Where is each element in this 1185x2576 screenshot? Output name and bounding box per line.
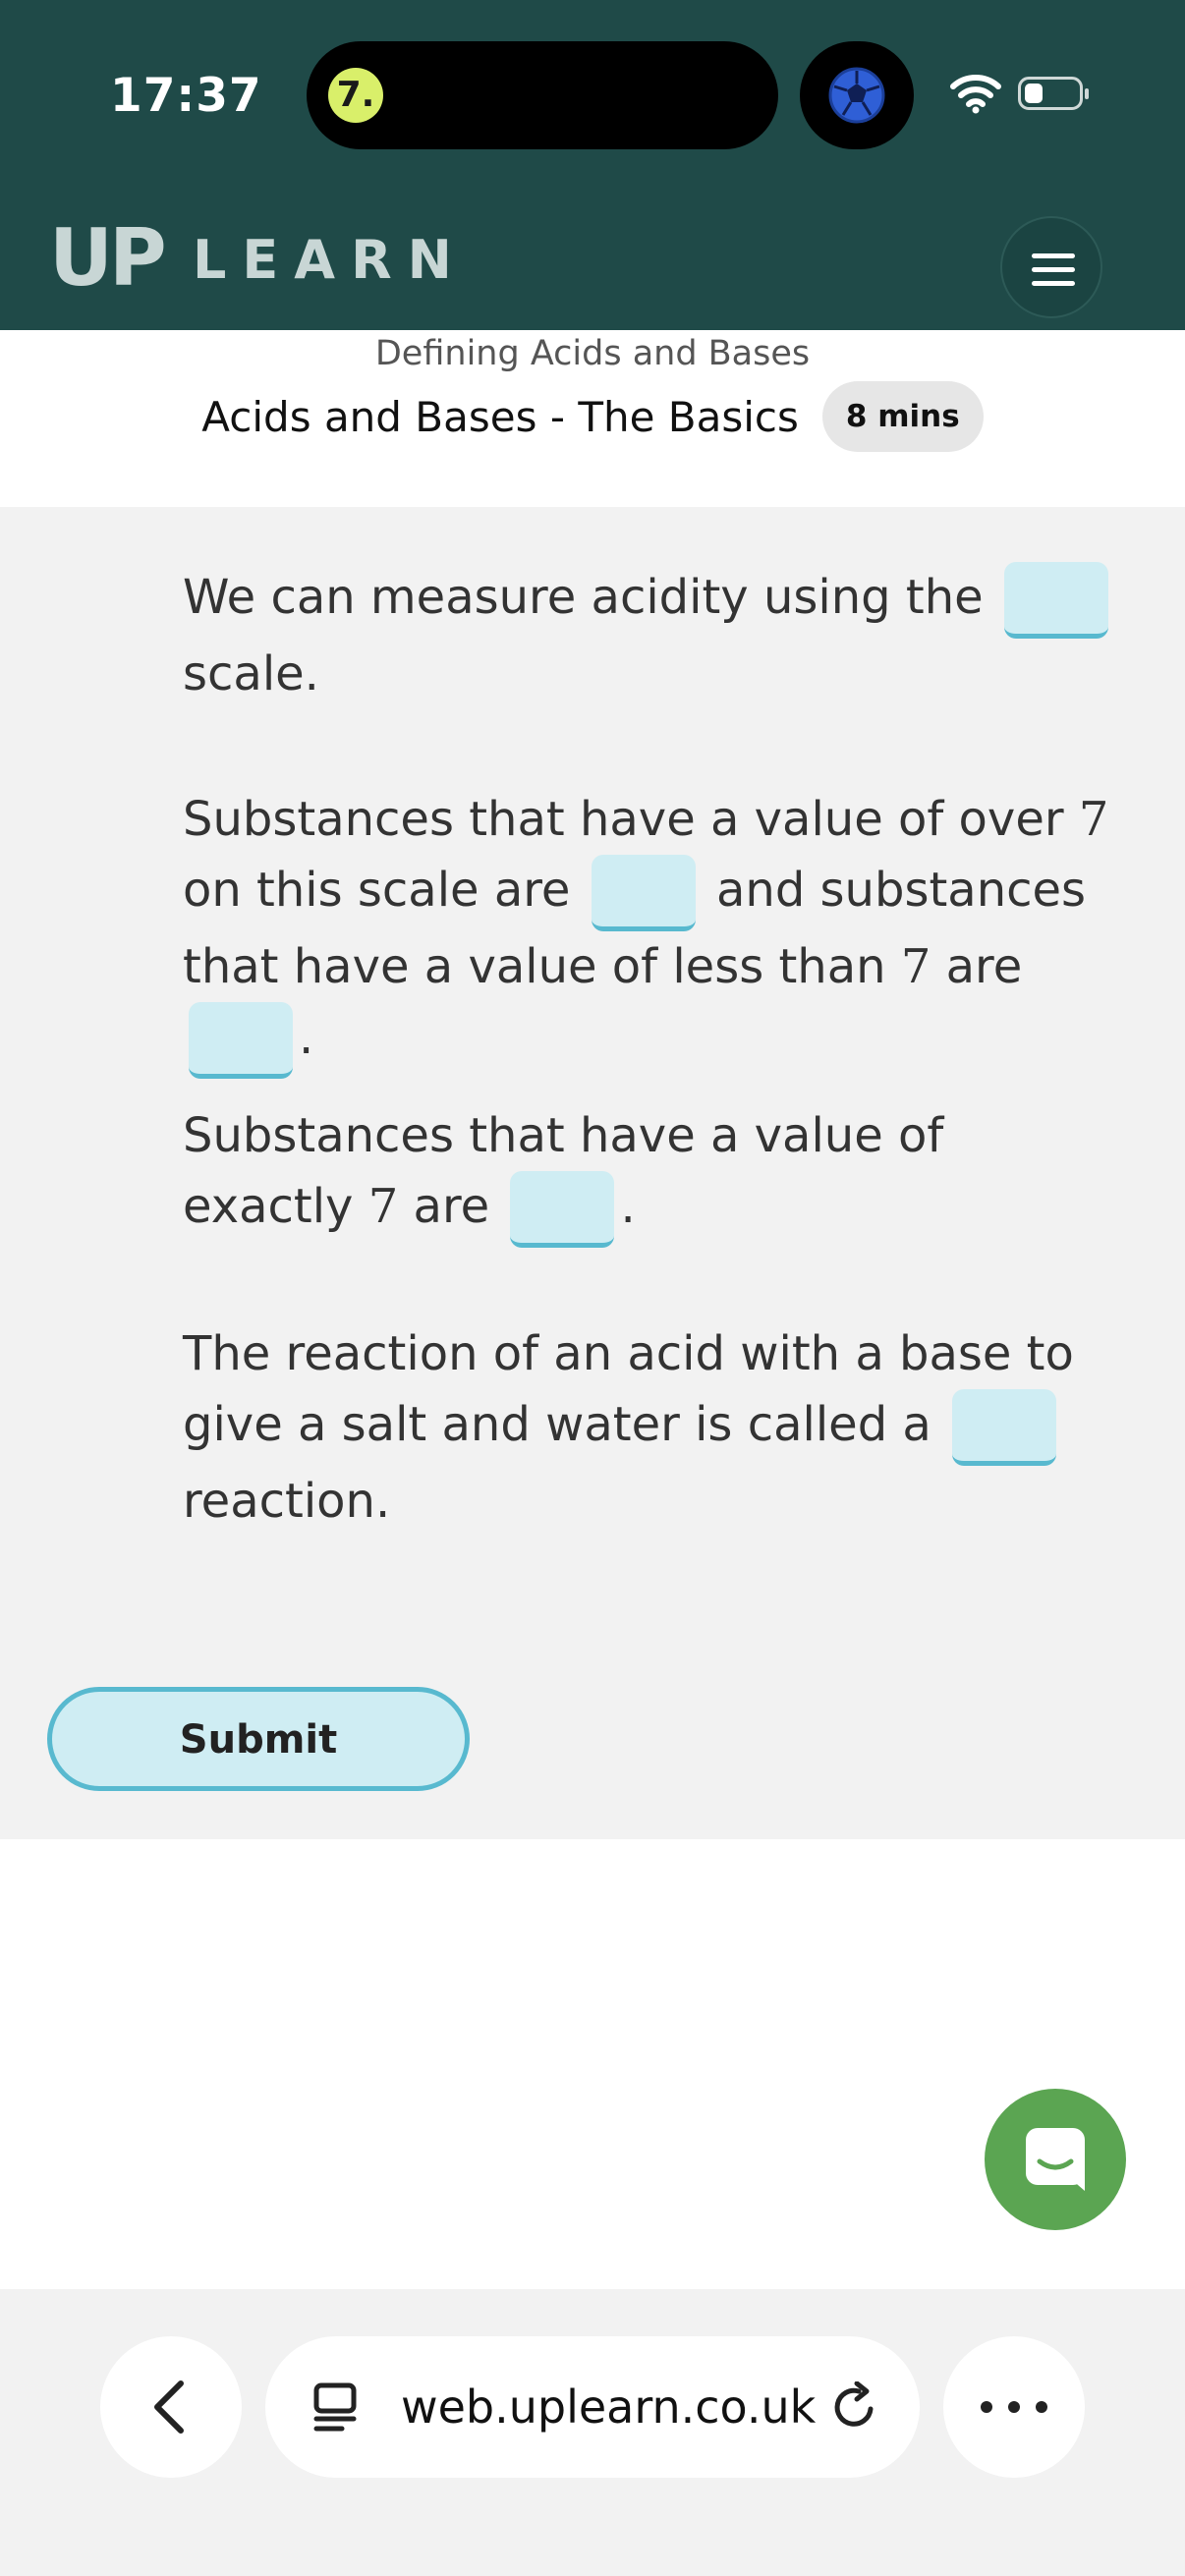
- reload-icon[interactable]: [829, 2381, 880, 2433]
- island-activity: [800, 41, 914, 149]
- menu-button[interactable]: [1000, 216, 1102, 318]
- breadcrumb: Defining Acids and Bases: [374, 334, 811, 373]
- soccer-ball-icon: [828, 67, 885, 124]
- question-panel: We can measure acidity using the scale. …: [0, 507, 1185, 1839]
- back-arrow-icon: [154, 2380, 184, 2434]
- chat-button[interactable]: [985, 2089, 1126, 2230]
- wifi-icon: [950, 75, 1001, 114]
- battery-icon: [1018, 77, 1089, 110]
- logo-mark: UP: [49, 212, 167, 304]
- question-paragraph-3: Substances that have a value of exactly …: [183, 1100, 1126, 1248]
- status-time: 17:37: [110, 69, 262, 123]
- url-text: web.uplearn.co.uk: [401, 2380, 817, 2434]
- chat-bubble-icon: [1026, 2128, 1085, 2191]
- answer-blank-4[interactable]: [510, 1171, 615, 1248]
- address-bar[interactable]: web.uplearn.co.uk: [265, 2336, 920, 2478]
- question-paragraph-4: The reaction of an acid with a base to g…: [183, 1326, 1074, 1529]
- island-app-icon: 7.: [328, 68, 383, 123]
- logo-wordmark: LEARN: [193, 229, 468, 291]
- browser-toolbar: web.uplearn.co.uk: [0, 2289, 1185, 2576]
- duration-badge: 8 mins: [821, 381, 984, 452]
- answer-blank-3[interactable]: [189, 1002, 293, 1079]
- submit-button[interactable]: Submit: [47, 1687, 470, 1791]
- question-paragraph-2: Substances that have a value of over 7 o…: [183, 784, 1126, 1079]
- answer-blank-5[interactable]: [952, 1389, 1057, 1466]
- lesson-header: Defining Acids and Bases Acids and Bases…: [0, 330, 1185, 507]
- tabs-icon: [313, 2382, 357, 2432]
- more-dots-icon: [981, 2401, 992, 2413]
- dynamic-island: 7.: [307, 41, 778, 149]
- app-header: 17:37 7. UP LEARN: [0, 0, 1185, 330]
- back-button[interactable]: [100, 2336, 242, 2478]
- lesson-title: Acids and Bases - The Basics: [201, 392, 799, 441]
- hamburger-icon: [1032, 253, 1075, 258]
- more-options-button[interactable]: [943, 2336, 1085, 2478]
- answer-blank-1[interactable]: [1003, 562, 1108, 639]
- question-paragraph-1: We can measure acidity using the scale.: [183, 562, 1126, 709]
- answer-blank-2[interactable]: [591, 855, 696, 931]
